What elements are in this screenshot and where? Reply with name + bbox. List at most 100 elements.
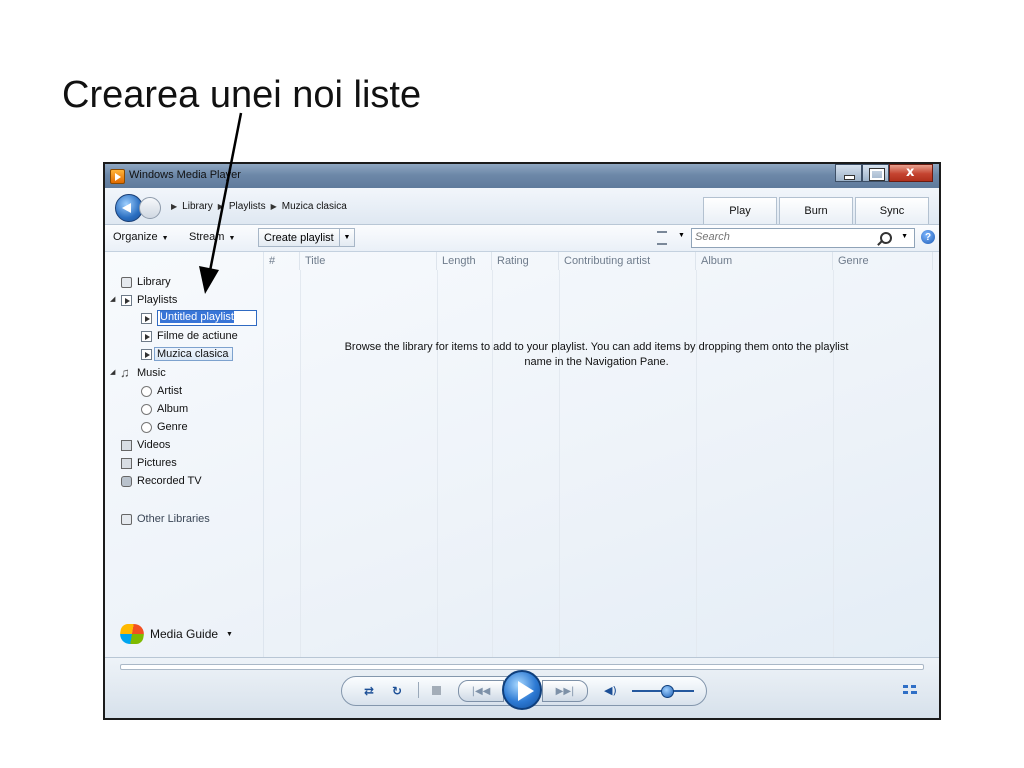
create-playlist-dropdown[interactable]: ▼ [339, 228, 355, 247]
next-button[interactable]: ▶▶| [542, 680, 588, 702]
rename-text: Untitled playlist [160, 311, 234, 323]
search-box: ▼ [691, 228, 915, 248]
forward-button[interactable] [139, 197, 161, 219]
breadcrumb-separator-icon: ▶ [270, 202, 277, 211]
chevron-down-icon[interactable]: ▼ [678, 232, 685, 239]
tab-sync[interactable]: Sync [855, 197, 929, 224]
title-bar[interactable]: Windows Media Player [105, 164, 939, 188]
playlist-icon [141, 312, 152, 324]
create-playlist-label: Create playlist [264, 231, 334, 244]
playback-controls: ⇄ ↻ |◀◀ ▶▶| ◀) [341, 670, 707, 710]
column-header-album[interactable]: Album [696, 252, 833, 270]
nav-label: Album [157, 403, 189, 415]
shuffle-icon[interactable]: ⇄ [364, 684, 374, 698]
nav-label: Videos [137, 439, 171, 451]
nav-item-genre[interactable]: Genre [141, 419, 188, 435]
stop-icon[interactable] [432, 686, 441, 695]
media-guide-button[interactable]: Media Guide ▼ [118, 624, 233, 644]
tab-bar: Play Burn Sync [701, 197, 929, 224]
playlist-icon [141, 348, 152, 360]
nav-item-library[interactable]: Library [121, 274, 171, 290]
nav-label: Filme de actiune [157, 330, 238, 342]
nav-item-muzica-clasica[interactable]: Muzica clasica [141, 346, 233, 362]
video-icon [121, 439, 132, 451]
collapse-arrow-icon[interactable]: ◢ [110, 295, 115, 303]
column-header-rating[interactable]: Rating [492, 252, 559, 270]
stream-menu[interactable]: Stream ▼ [189, 231, 235, 243]
close-button[interactable] [889, 164, 933, 182]
column-header-contributing-artist[interactable]: Contributing artist [559, 252, 696, 270]
windows-logo-icon [118, 624, 146, 644]
nav-label-selected: Muzica clasica [154, 347, 233, 361]
nav-item-artist[interactable]: Artist [141, 383, 182, 399]
chevron-down-icon: ▼ [226, 630, 233, 638]
nav-item-filme-de-actiune[interactable]: Filme de actiune [141, 328, 238, 344]
organize-menu[interactable]: Organize ▼ [113, 231, 169, 243]
artist-icon [141, 385, 152, 397]
minimize-button[interactable] [835, 164, 862, 182]
chevron-down-icon[interactable]: ▼ [901, 233, 908, 240]
playback-bar: ⇄ ↻ |◀◀ ▶▶| ◀) [105, 657, 939, 718]
nav-item-videos[interactable]: Videos [121, 437, 170, 453]
search-input[interactable] [695, 231, 855, 243]
nav-item-music[interactable]: Music [120, 365, 166, 381]
chevron-down-icon: ▼ [161, 235, 169, 242]
stream-label: Stream [189, 231, 225, 243]
play-button[interactable] [502, 670, 542, 710]
other-libraries-icon [121, 513, 132, 525]
nav-item-other-libraries[interactable]: Other Libraries [121, 511, 210, 527]
column-divider [559, 270, 560, 658]
nav-item-recorded-tv[interactable]: Recorded TV [121, 473, 202, 489]
column-header-genre[interactable]: Genre [833, 252, 933, 270]
playlist-list-pane: # Title Length Rating Contributing artis… [264, 252, 939, 658]
breadcrumb-separator-icon: ▶ [217, 202, 224, 211]
nav-label: Library [137, 276, 171, 288]
content-area: Library ◢ Playlists Untitled playlist Fi… [105, 252, 939, 658]
column-divider [696, 270, 697, 658]
tab-play[interactable]: Play [703, 197, 777, 224]
column-divider [833, 270, 834, 658]
nav-item-untitled-playlist[interactable]: Untitled playlist [141, 310, 257, 326]
organize-label: Organize [113, 231, 158, 243]
nav-item-pictures[interactable]: Pictures [121, 455, 177, 471]
volume-slider-thumb[interactable] [661, 685, 675, 698]
speaker-icon[interactable]: ◀) [604, 684, 617, 697]
maximize-button[interactable] [862, 164, 889, 182]
nav-label: Playlists [137, 294, 178, 306]
column-divider [492, 270, 493, 658]
nav-label: Music [137, 367, 166, 379]
navigation-pane: Library ◢ Playlists Untitled playlist Fi… [105, 252, 264, 658]
album-icon [141, 403, 152, 415]
breadcrumb-library[interactable]: Library [182, 201, 213, 212]
nav-item-album[interactable]: Album [141, 401, 188, 417]
nav-label: Other Libraries [137, 513, 210, 525]
next-icon: ▶▶| [555, 685, 575, 697]
playlist-icon [141, 330, 152, 342]
create-playlist-button[interactable]: Create playlist [258, 228, 340, 247]
help-icon[interactable]: ? [921, 230, 935, 244]
column-header-length[interactable]: Length [437, 252, 492, 270]
nav-label: Genre [157, 421, 188, 433]
column-header-title[interactable]: Title [300, 252, 437, 270]
previous-button[interactable]: |◀◀ [458, 680, 504, 702]
media-guide-label: Media Guide [150, 627, 219, 641]
music-note-icon [120, 365, 132, 380]
breadcrumb-separator-icon: ▶ [171, 202, 178, 211]
tab-burn[interactable]: Burn [779, 197, 853, 224]
switch-to-now-playing-icon[interactable] [903, 685, 917, 695]
search-icon[interactable] [880, 232, 892, 244]
breadcrumb-muzica-clasica[interactable]: Muzica clasica [282, 201, 347, 212]
collapse-arrow-icon[interactable]: ◢ [110, 368, 115, 376]
breadcrumb: ▶ Library ▶ Playlists ▶ Muzica clasica [171, 201, 347, 212]
repeat-icon[interactable]: ↻ [392, 684, 402, 698]
view-options-icon[interactable] [657, 231, 667, 245]
navigation-bar: ▶ Library ▶ Playlists ▶ Muzica clasica P… [105, 188, 939, 225]
window-controls [835, 164, 933, 182]
breadcrumb-playlists[interactable]: Playlists [229, 201, 266, 212]
playlist-rename-input[interactable]: Untitled playlist [157, 310, 257, 326]
column-header-number[interactable]: # [264, 252, 300, 270]
media-player-window: Windows Media Player ▶ Library ▶ Playlis… [103, 162, 941, 720]
genre-icon [141, 421, 152, 433]
tv-icon [121, 475, 132, 487]
nav-item-playlists[interactable]: Playlists [121, 292, 177, 308]
